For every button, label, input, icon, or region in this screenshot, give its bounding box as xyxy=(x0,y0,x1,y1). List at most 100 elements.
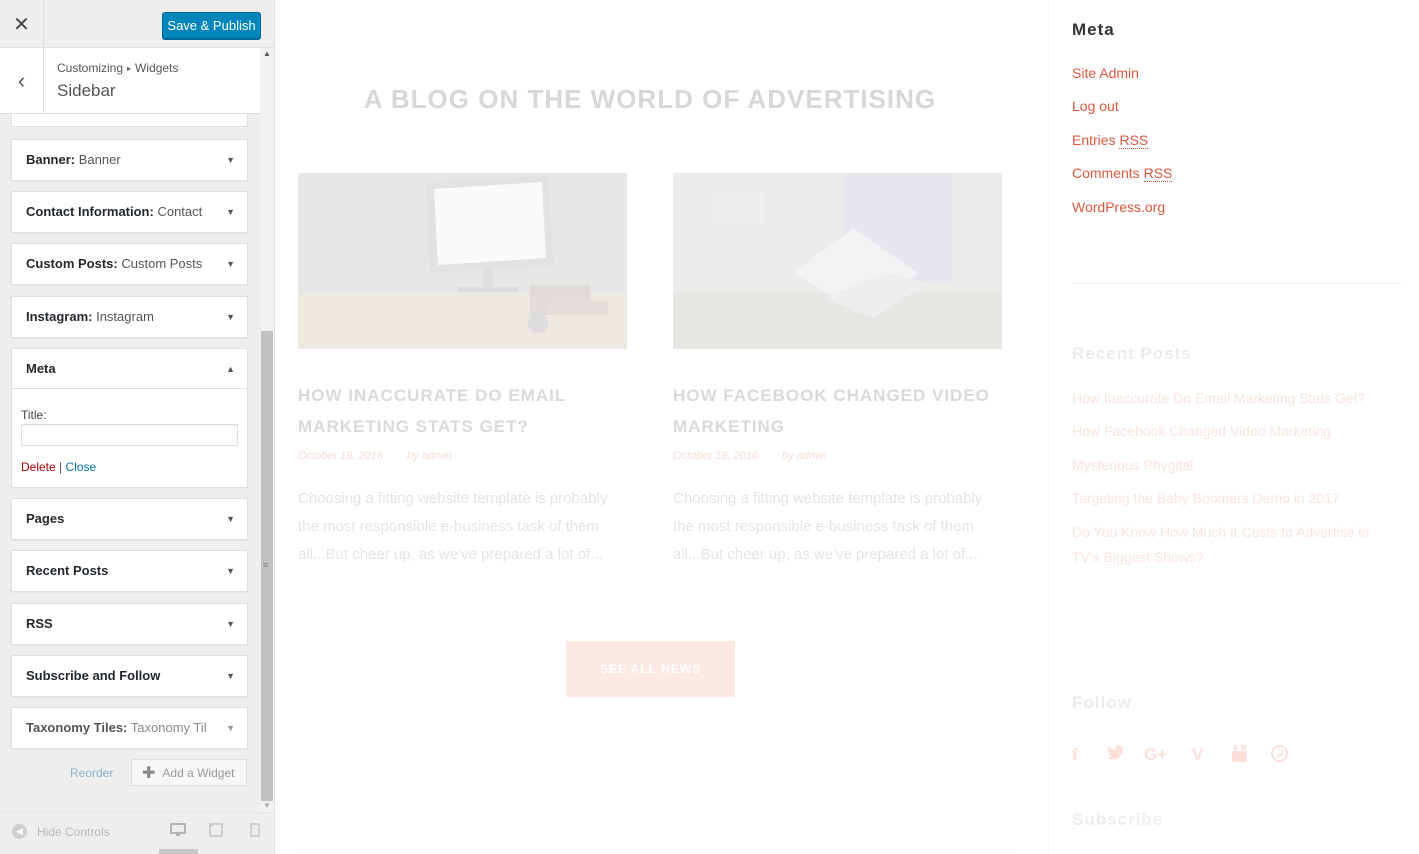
widget-custom-posts[interactable]: Custom Posts: Custom Posts ▼ xyxy=(11,243,248,285)
scroll-down-icon[interactable]: ▼ xyxy=(260,800,274,812)
pinterest-icon[interactable] xyxy=(1271,745,1288,767)
wordpress-org-link[interactable]: WordPress.org xyxy=(1072,199,1165,215)
breadcrumb-separator-icon: ▸ xyxy=(127,64,132,73)
chevron-left-icon: ‹ xyxy=(17,68,26,93)
post-excerpt: Choosing a fitting website template is p… xyxy=(673,490,983,563)
caret-down-icon[interactable]: ▼ xyxy=(226,297,235,337)
widget-taxonomy-tiles[interactable]: Taxonomy Tiles: Taxonomy Til... ▼ xyxy=(11,707,248,749)
widget-type: RSS xyxy=(26,616,53,631)
widget-subscribe-follow[interactable]: Subscribe and Follow ▼ xyxy=(11,655,248,697)
vimeo-icon[interactable]: V xyxy=(1192,745,1203,765)
caret-down-icon[interactable]: ▼ xyxy=(226,551,235,591)
subscribe-heading: Subscribe xyxy=(1072,810,1164,829)
widget-type: Subscribe and Follow xyxy=(26,668,161,683)
post-author[interactable]: by admin xyxy=(782,450,827,462)
entries-rss-link[interactable]: Entries RSS xyxy=(1072,132,1149,149)
caret-down-icon[interactable]: ▼ xyxy=(226,656,235,696)
title-field[interactable] xyxy=(21,424,238,446)
caret-up-icon[interactable]: ▲ xyxy=(226,349,235,389)
post-date[interactable]: October 19, 2016 xyxy=(298,450,383,462)
widget-type: Instagram: xyxy=(26,309,93,324)
widget-type: Contact Information: xyxy=(26,204,154,219)
content-divider xyxy=(295,849,1015,854)
customizer-panel: ✕ Save & Publish ‹ Customizing ▸ Widgets S… xyxy=(0,0,275,854)
widget-type: Taxonomy Tiles: xyxy=(26,720,128,735)
reorder-widgets-link[interactable]: Reorder xyxy=(70,766,113,780)
widget-pages[interactable]: Pages ▼ xyxy=(11,498,248,540)
widget-contact-information[interactable]: Contact Information: Contact ... ▼ xyxy=(11,191,248,233)
widget-type: Banner: xyxy=(26,152,76,167)
google-plus-icon[interactable]: G+ xyxy=(1144,745,1167,765)
sidebar-divider xyxy=(1072,283,1402,284)
back-button[interactable]: ‹ xyxy=(0,48,44,114)
recent-post-link[interactable]: How Facebook Changed Video Marketing xyxy=(1072,419,1392,444)
follow-heading: Follow xyxy=(1072,693,1132,712)
widget-banner[interactable]: Banner: Banner ▼ xyxy=(11,139,248,181)
close-customizer-button[interactable]: ✕ xyxy=(0,0,44,48)
add-widget-label: Add a Widget xyxy=(162,765,235,780)
facebook-icon[interactable]: f xyxy=(1072,745,1078,765)
breadcrumb: Customizing ▸ Widgets xyxy=(57,61,178,75)
youtube-icon[interactable] xyxy=(1231,745,1248,768)
tablet-icon[interactable] xyxy=(209,823,223,840)
widget-instagram[interactable]: Instagram: Instagram ▼ xyxy=(11,296,248,338)
recent-post-link[interactable]: How Inaccurate Do Email Marketing Stats … xyxy=(1072,386,1392,411)
add-widget-button[interactable]: ✚ Add a Widget xyxy=(131,759,247,786)
widget-partial xyxy=(11,114,248,127)
customizer-topbar: ✕ Save & Publish xyxy=(0,0,274,48)
recent-post-link[interactable]: Do You Know How Much It Costs to Adverti… xyxy=(1072,520,1392,570)
hide-controls-button[interactable]: ◀ Hide Controls xyxy=(12,824,110,839)
post-title[interactable]: HOW INACCURATE DO EMAIL MARKETING STATS … xyxy=(298,380,628,442)
post-meta: October 19, 2016 by admin xyxy=(673,450,827,462)
caret-down-icon[interactable]: ▼ xyxy=(226,140,235,180)
scroll-up-icon[interactable]: ▲ xyxy=(260,48,274,60)
preview-sidebar: Meta Site Admin Log out Entries RSS Comm… xyxy=(1048,0,1419,854)
collapse-arrow-icon: ◀ xyxy=(12,824,27,839)
recent-posts-heading: Recent Posts xyxy=(1072,344,1192,363)
recent-post-link[interactable]: Mysterious Phygital xyxy=(1072,453,1392,478)
see-all-news-button[interactable]: SEE ALL NEWS xyxy=(566,641,735,697)
desktop-icon[interactable] xyxy=(170,823,186,840)
mobile-icon[interactable] xyxy=(250,823,260,840)
save-publish-button[interactable]: Save & Publish xyxy=(162,12,261,39)
caret-down-icon[interactable]: ▼ xyxy=(226,244,235,284)
section-title: Sidebar xyxy=(57,81,116,100)
site-preview: A BLOG ON THE WORLD OF ADVERTISING HOW I… xyxy=(275,0,1419,854)
comments-rss-link[interactable]: Comments RSS xyxy=(1072,165,1173,182)
widget-instance: Custom Posts xyxy=(121,256,203,271)
plus-icon: ✚ xyxy=(142,764,156,782)
section-header: ‹ Customizing ▸ Widgets Sidebar xyxy=(0,48,260,114)
widget-instance: Taxonomy Til... xyxy=(130,720,206,735)
widget-instance: Instagram xyxy=(96,309,154,324)
widget-meta-header[interactable]: Meta ▲ xyxy=(12,349,247,389)
post-meta: October 19, 2016 by admin xyxy=(298,450,452,462)
breadcrumb-leaf: Widgets xyxy=(135,61,179,75)
widget-rss[interactable]: RSS ▼ xyxy=(11,603,248,645)
site-admin-link[interactable]: Site Admin xyxy=(1072,65,1139,81)
caret-down-icon[interactable]: ▼ xyxy=(226,708,235,748)
post-title[interactable]: HOW FACEBOOK CHANGED VIDEO MARKETING xyxy=(673,380,1003,442)
recent-post-link[interactable]: Targeting the Baby Boomers Demo in 2017 xyxy=(1072,486,1392,511)
post-thumbnail-desk[interactable] xyxy=(298,173,627,349)
blog-heading: A BLOG ON THE WORLD OF ADVERTISING xyxy=(363,84,937,114)
close-icon: ✕ xyxy=(13,13,30,36)
post-date[interactable]: October 19, 2016 xyxy=(673,450,758,462)
delete-widget-link[interactable]: Delete xyxy=(21,460,56,474)
scrollbar-thumb[interactable]: ≡ xyxy=(261,331,273,801)
caret-down-icon[interactable]: ▼ xyxy=(226,499,235,539)
close-widget-link[interactable]: Close xyxy=(66,460,97,474)
twitter-icon[interactable] xyxy=(1107,745,1125,765)
post-excerpt: Choosing a fitting website template is p… xyxy=(298,490,608,563)
title-field-label: Title: xyxy=(21,408,47,422)
active-device-indicator xyxy=(159,849,198,854)
widget-recent-posts[interactable]: Recent Posts ▼ xyxy=(11,550,248,592)
post-thumbnail-laptop[interactable] xyxy=(673,173,1002,349)
caret-down-icon[interactable]: ▼ xyxy=(226,192,235,232)
caret-down-icon[interactable]: ▼ xyxy=(226,604,235,644)
widget-type: Recent Posts xyxy=(26,563,109,578)
post-author[interactable]: by admin xyxy=(407,450,452,462)
panel-scrollbar[interactable]: ▲ ≡ ▼ xyxy=(260,48,274,812)
widget-instance: Banner xyxy=(78,152,121,167)
log-out-link[interactable]: Log out xyxy=(1072,98,1119,114)
widget-instance: Contact ... xyxy=(157,204,206,219)
